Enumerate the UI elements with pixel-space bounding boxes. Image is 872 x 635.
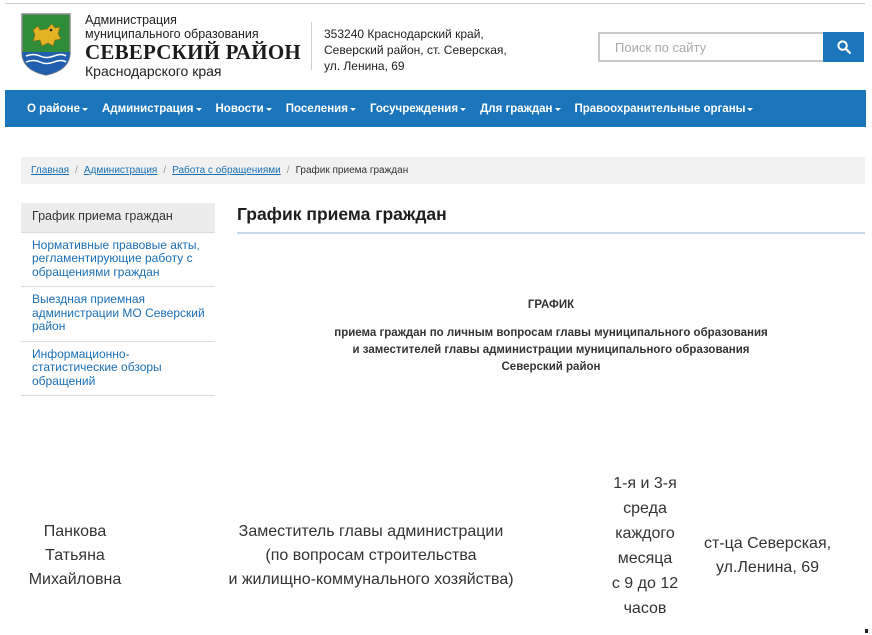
reception-time: 1-я и 3-я среда каждого месяца с 9 до 12… xyxy=(605,471,685,621)
caret-down-icon xyxy=(195,107,202,111)
reception-place: ст-ца Северская, ул.Ленина, 69 xyxy=(695,532,840,580)
address-line-1: 353240 Краснодарский край, xyxy=(324,27,484,41)
caret-down-icon xyxy=(82,107,88,111)
name-line: Михайловна xyxy=(28,571,122,588)
name-line: Татьяна xyxy=(45,547,105,564)
official-position: Заместитель главы администрации (по вопр… xyxy=(215,520,527,592)
nav-item-o-raione[interactable]: О районе xyxy=(27,103,88,115)
nav-label: Госучреждения xyxy=(369,102,459,115)
breadcrumb-administration[interactable]: Администрация xyxy=(84,165,158,176)
time-line: каждого xyxy=(615,525,675,542)
caret-down-icon xyxy=(747,107,754,111)
breadcrumb-current: График приема граждан xyxy=(295,165,409,176)
page-title: График приема граждан xyxy=(237,204,447,224)
nav-label: О районе xyxy=(27,102,80,115)
breadcrumb-appeals[interactable]: Работа с обращениями xyxy=(172,165,281,176)
breadcrumb: Главная / Администрация / Работа с обращ… xyxy=(21,157,865,184)
sidebar-item-mobile-reception[interactable]: Выездная приемная администрации МО Север… xyxy=(21,287,215,342)
top-divider xyxy=(5,3,865,4)
nav-item-law-enforcement[interactable]: Правоохранительные органы xyxy=(575,103,754,115)
org-region: Краснодарского края xyxy=(85,63,222,79)
search-box xyxy=(598,32,864,62)
place-line: ул.Ленина, 69 xyxy=(715,559,820,576)
nav-label: Поселения xyxy=(285,102,348,115)
position-line: (по вопросам строительства xyxy=(265,547,477,564)
position-line: и жилищно-коммунального хозяйства) xyxy=(228,571,514,588)
caret-down-icon xyxy=(460,107,467,111)
subheading-line-2: и заместителей главы администрации муниц… xyxy=(352,344,750,356)
position-line: Заместитель главы администрации xyxy=(238,523,504,540)
main-nav: О районе Администрация Новости Поселения… xyxy=(5,90,866,127)
nav-item-institutions[interactable]: Госучреждения xyxy=(369,102,467,115)
name-line: Панкова xyxy=(43,523,107,540)
sidebar-item-schedule[interactable]: График приема граждан xyxy=(21,203,215,233)
search-input[interactable] xyxy=(598,32,823,62)
time-line: среда xyxy=(623,500,667,517)
search-button[interactable] xyxy=(823,32,864,62)
nav-label: Новости xyxy=(215,102,264,115)
breadcrumb-separator: / xyxy=(286,165,290,176)
nav-label: Администрация xyxy=(102,102,194,115)
caret-down-icon xyxy=(554,107,561,111)
caret-down-icon xyxy=(265,107,272,111)
nav-item-settlements[interactable]: Поселения xyxy=(286,103,356,115)
nav-label: Правоохранительные органы xyxy=(574,102,746,115)
stray-mark xyxy=(865,629,868,633)
coat-of-arms-icon[interactable] xyxy=(20,12,72,77)
breadcrumb-separator: / xyxy=(75,165,78,176)
official-name: Панкова Татьяна Михайловна xyxy=(20,520,130,592)
nav-item-news[interactable]: Новости xyxy=(216,103,272,115)
sidebar: График приема граждан Нормативные правов… xyxy=(21,203,215,396)
nav-label: Для граждан xyxy=(480,102,553,115)
org-title: СЕВЕРСКИЙ РАЙОН xyxy=(85,40,301,64)
nav-item-for-citizens[interactable]: Для граждан xyxy=(480,102,561,115)
address-line-2: Северский район, ст. Северская, xyxy=(324,43,507,57)
caret-down-icon xyxy=(349,107,356,111)
search-icon xyxy=(836,40,851,54)
time-line: 1-я и 3-я xyxy=(613,475,677,492)
org-name[interactable]: Администрация муниципального образования… xyxy=(85,14,301,78)
subheading-line-3: Северский район xyxy=(501,361,601,373)
address: 353240 Краснодарский край, Северский рай… xyxy=(324,26,507,74)
breadcrumb-home[interactable]: Главная xyxy=(31,165,69,176)
document-heading: ГРАФИК xyxy=(527,299,575,311)
header-separator xyxy=(311,22,312,70)
time-line: с 9 до 12 xyxy=(611,575,679,592)
breadcrumb-separator: / xyxy=(163,165,167,176)
org-line-2: муниципального образования xyxy=(85,26,259,41)
place-line: ст-ца Северская, xyxy=(703,535,832,552)
sidebar-item-reviews[interactable]: Информационно-статистические обзоры обра… xyxy=(21,342,215,396)
title-underline xyxy=(237,232,865,234)
nav-item-administration[interactable]: Администрация xyxy=(102,103,202,115)
time-line: часов xyxy=(623,600,667,617)
time-line: месяца xyxy=(617,550,673,567)
sidebar-item-regulations[interactable]: Нормативные правовые акты, регламентирую… xyxy=(21,233,215,287)
address-line-3: ул. Ленина, 69 xyxy=(324,59,405,73)
org-line-1: Администрация xyxy=(85,13,177,27)
document-subheading: приема граждан по личным вопросам главы … xyxy=(237,325,865,376)
subheading-line-1: приема граждан по личным вопросам главы … xyxy=(334,327,768,339)
